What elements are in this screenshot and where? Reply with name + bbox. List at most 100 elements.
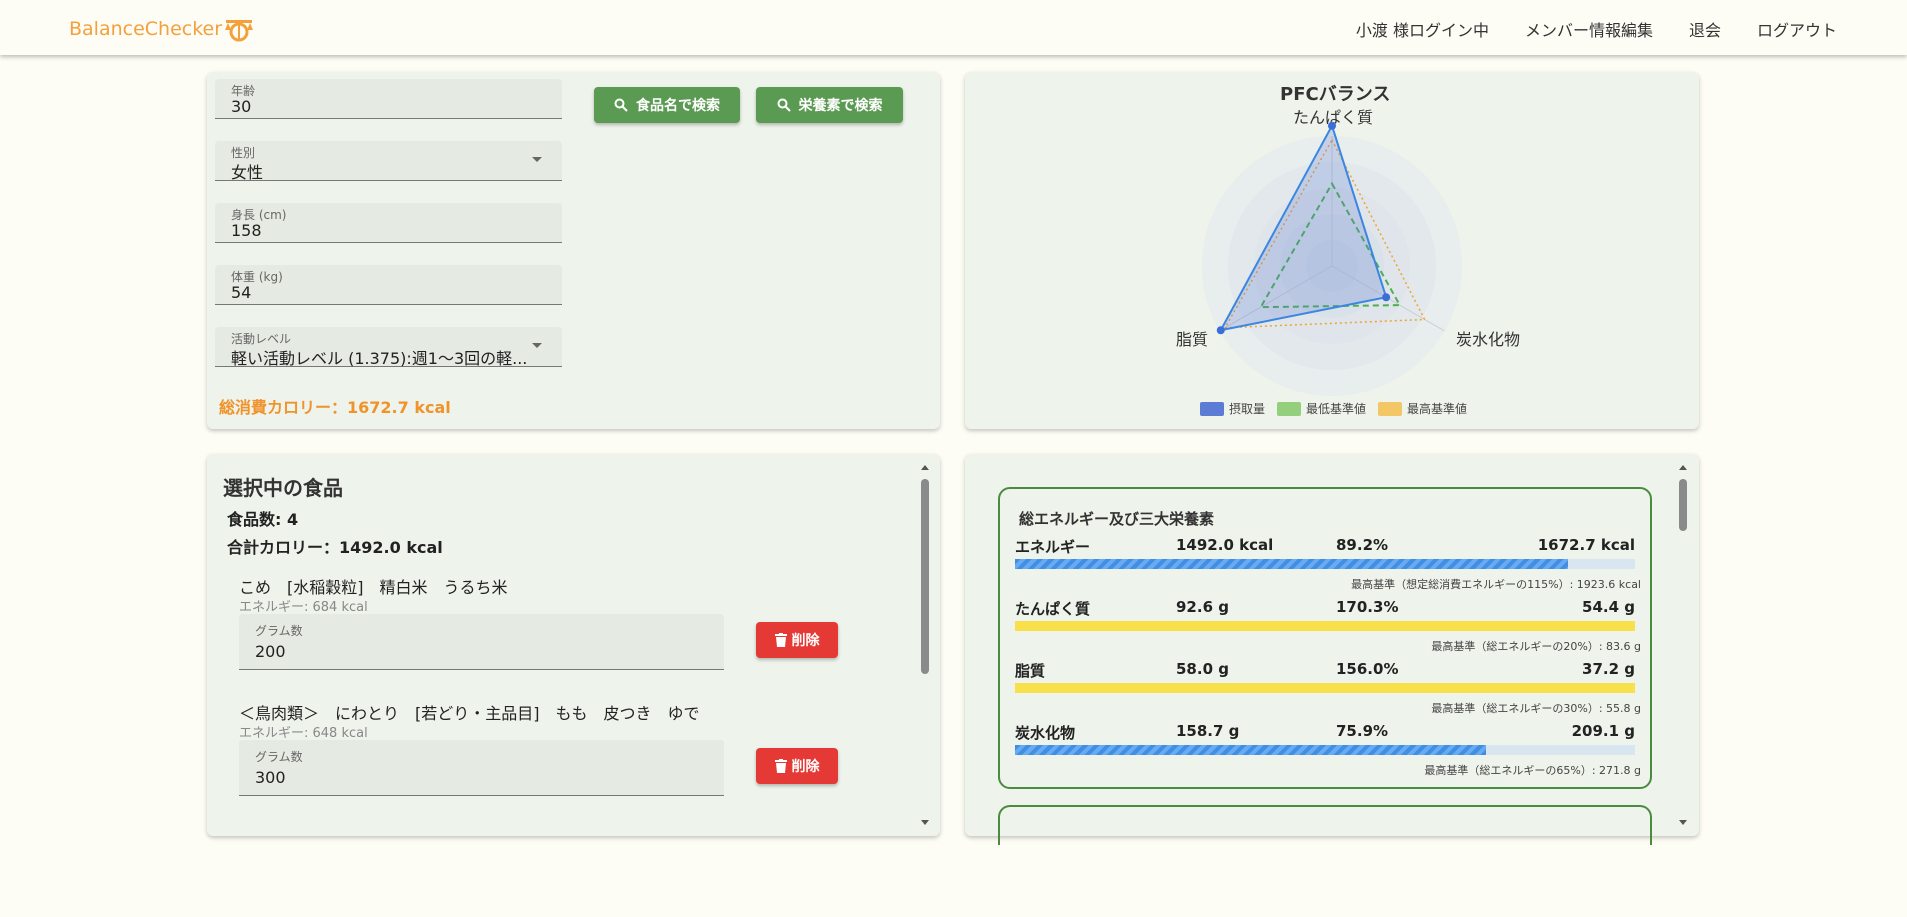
gram-input[interactable]: グラム数 300 <box>239 740 724 796</box>
sex-value: 女性 <box>231 163 264 182</box>
legend-swatch <box>1378 401 1403 416</box>
chart-legend: 摂取量 最低基準値 最高基準値 <box>1200 400 1479 417</box>
scroll-down-arrow-icon[interactable] <box>921 820 929 825</box>
legend-label: 最高基準値 <box>1407 402 1468 416</box>
chart-title: PFCバランス <box>1280 84 1391 105</box>
height-value: 158 <box>231 221 262 240</box>
search-by-nutrient-button[interactable]: 栄養素で検索 <box>756 87 903 123</box>
nutrient-percent: 89.2% <box>1336 536 1389 554</box>
gram-label: グラム数 <box>255 750 303 764</box>
search-by-name-button[interactable]: 食品名で検索 <box>594 87 740 123</box>
nutrient-percent: 75.9% <box>1336 722 1389 740</box>
gram-value: 300 <box>255 768 286 787</box>
search-by-name-label: 食品名で検索 <box>636 98 720 114</box>
app-header: BalanceChecker 小渡 様ログイン中 メンバー情報編集 退会 ログア… <box>0 0 1907 55</box>
search-icon <box>777 98 791 112</box>
selected-foods-title: 選択中の食品 <box>223 476 343 500</box>
nutrient-progress-bar <box>1015 683 1635 693</box>
weight-value: 54 <box>231 283 252 302</box>
nutrient-value: 92.6 g <box>1176 598 1229 616</box>
food-name: ＜鳥肉類＞ にわとり [若どり・主品目] もも 皮つき ゆで <box>239 704 700 723</box>
nutrient-value: 158.7 g <box>1176 722 1240 740</box>
weight-field[interactable]: 体重 (kg) 54 <box>215 265 562 305</box>
search-by-nutrient-label: 栄養素で検索 <box>798 98 883 114</box>
legend-item-max[interactable]: 最高基準値 <box>1378 400 1467 417</box>
total-consumption-calorie: 総消費カロリー：1672.7 kcal <box>219 398 451 417</box>
food-energy: エネルギー: 648 kcal <box>239 726 368 741</box>
delete-button[interactable]: 削除 <box>756 748 838 784</box>
nutrient-reference: 54.4 g <box>1582 598 1635 616</box>
nutrient-upper-limit-note: 最高基準（総エネルギーの20%）: 83.6 g <box>1431 640 1641 653</box>
food-energy: エネルギー: 684 kcal <box>239 600 368 615</box>
nutrient-name: エネルギー <box>1015 538 1091 556</box>
food-name: こめ [水稲穀粒] 精白米 うるち米 <box>239 578 508 597</box>
axis-label-fat: 脂質 <box>1176 330 1209 349</box>
search-icon <box>614 98 628 112</box>
age-value: 30 <box>231 97 252 116</box>
height-field[interactable]: 身長 (cm) 158 <box>215 203 562 243</box>
balance-icon <box>225 20 254 42</box>
nutrient-name: 脂質 <box>1015 662 1046 680</box>
nav-edit-member[interactable]: メンバー情報編集 <box>1525 17 1653 41</box>
nav-login-status: 小渡 様ログイン中 <box>1355 21 1489 40</box>
top-nav: 小渡 様ログイン中 メンバー情報編集 退会 ログアウト <box>1320 17 1837 41</box>
delete-label: 削除 <box>791 633 820 649</box>
nutrient-progress-bar <box>1015 559 1635 569</box>
nutrient-reference: 37.2 g <box>1582 660 1635 678</box>
scroll-thumb[interactable] <box>1679 479 1687 531</box>
nutrient-progress-fill <box>1015 745 1486 755</box>
gram-value: 200 <box>255 642 286 661</box>
trash-icon <box>774 759 787 773</box>
sex-select[interactable]: 性別 女性 <box>215 141 562 182</box>
total-calorie: 合計カロリー：1492.0 kcal <box>227 538 443 557</box>
axis-label-protein: たんぱく質 <box>1293 108 1374 127</box>
nutrient-box-title: 総エネルギー及び三大栄養素 <box>1019 510 1215 528</box>
nutrient-reference: 209.1 g <box>1571 722 1635 740</box>
brand-logo[interactable]: BalanceChecker <box>69 16 254 42</box>
nav-withdraw[interactable]: 退会 <box>1689 17 1721 41</box>
activity-select[interactable]: 活動レベル 軽い活動レベル (1.375):週1〜3回の軽... <box>215 327 562 368</box>
nutrient-scrollbar[interactable] <box>1676 465 1690 825</box>
age-field[interactable]: 年齢 30 <box>215 79 562 119</box>
nutrient-progress-bar <box>1015 621 1635 631</box>
legend-label: 最低基準値 <box>1306 402 1367 416</box>
nav-logout[interactable]: ログアウト <box>1757 17 1837 41</box>
delete-label: 削除 <box>791 759 820 775</box>
nutrient-percent: 170.3% <box>1336 598 1399 616</box>
nutrient-upper-limit-note: 最高基準（想定総消費エネルギーの115%）: 1923.6 kcal <box>1351 578 1641 591</box>
nutrient-name: たんぱく質 <box>1015 600 1091 618</box>
selected-foods-scrollbar[interactable] <box>918 465 932 825</box>
nutrient-progress-fill <box>1015 683 1635 693</box>
food-count: 食品数: 4 <box>227 510 299 529</box>
activity-value: 軽い活動レベル (1.375):週1〜3回の軽... <box>231 349 528 368</box>
gram-label: グラム数 <box>255 624 303 638</box>
profile-card <box>207 72 940 429</box>
nutrient-value: 1492.0 kcal <box>1176 536 1274 554</box>
nutrient-progress-fill <box>1015 621 1635 631</box>
nutrient-progress-bar <box>1015 745 1635 755</box>
chevron-down-icon <box>532 157 542 162</box>
gram-input[interactable]: グラム数 200 <box>239 614 724 670</box>
legend-item-intake[interactable]: 摂取量 <box>1200 400 1265 417</box>
legend-swatch <box>1277 401 1302 416</box>
axis-label-carb: 炭水化物 <box>1456 330 1521 349</box>
scroll-down-arrow-icon[interactable] <box>1679 820 1687 825</box>
scroll-thumb[interactable] <box>921 479 929 674</box>
brand-name: BalanceChecker <box>69 18 223 40</box>
nutrient-progress-fill <box>1015 559 1569 569</box>
nutrient-reference: 1672.7 kcal <box>1537 536 1635 554</box>
delete-button[interactable]: 削除 <box>756 622 838 658</box>
nutrient-name: 炭水化物 <box>1015 724 1076 742</box>
scroll-up-arrow-icon[interactable] <box>921 465 929 470</box>
legend-item-min[interactable]: 最低基準値 <box>1277 400 1366 417</box>
legend-label: 摂取量 <box>1229 402 1266 416</box>
chevron-down-icon <box>532 343 542 348</box>
scroll-up-arrow-icon[interactable] <box>1679 465 1687 470</box>
nutrient-upper-limit-note: 最高基準（総エネルギーの65%）: 271.8 g <box>1424 764 1641 777</box>
nutrient-percent: 156.0% <box>1336 660 1399 678</box>
nutrient-value: 58.0 g <box>1176 660 1229 678</box>
nutrient-next-box <box>998 805 1652 845</box>
legend-swatch <box>1200 401 1224 416</box>
nutrient-upper-limit-note: 最高基準（総エネルギーの30%）: 55.8 g <box>1431 702 1641 715</box>
trash-icon <box>774 633 787 647</box>
